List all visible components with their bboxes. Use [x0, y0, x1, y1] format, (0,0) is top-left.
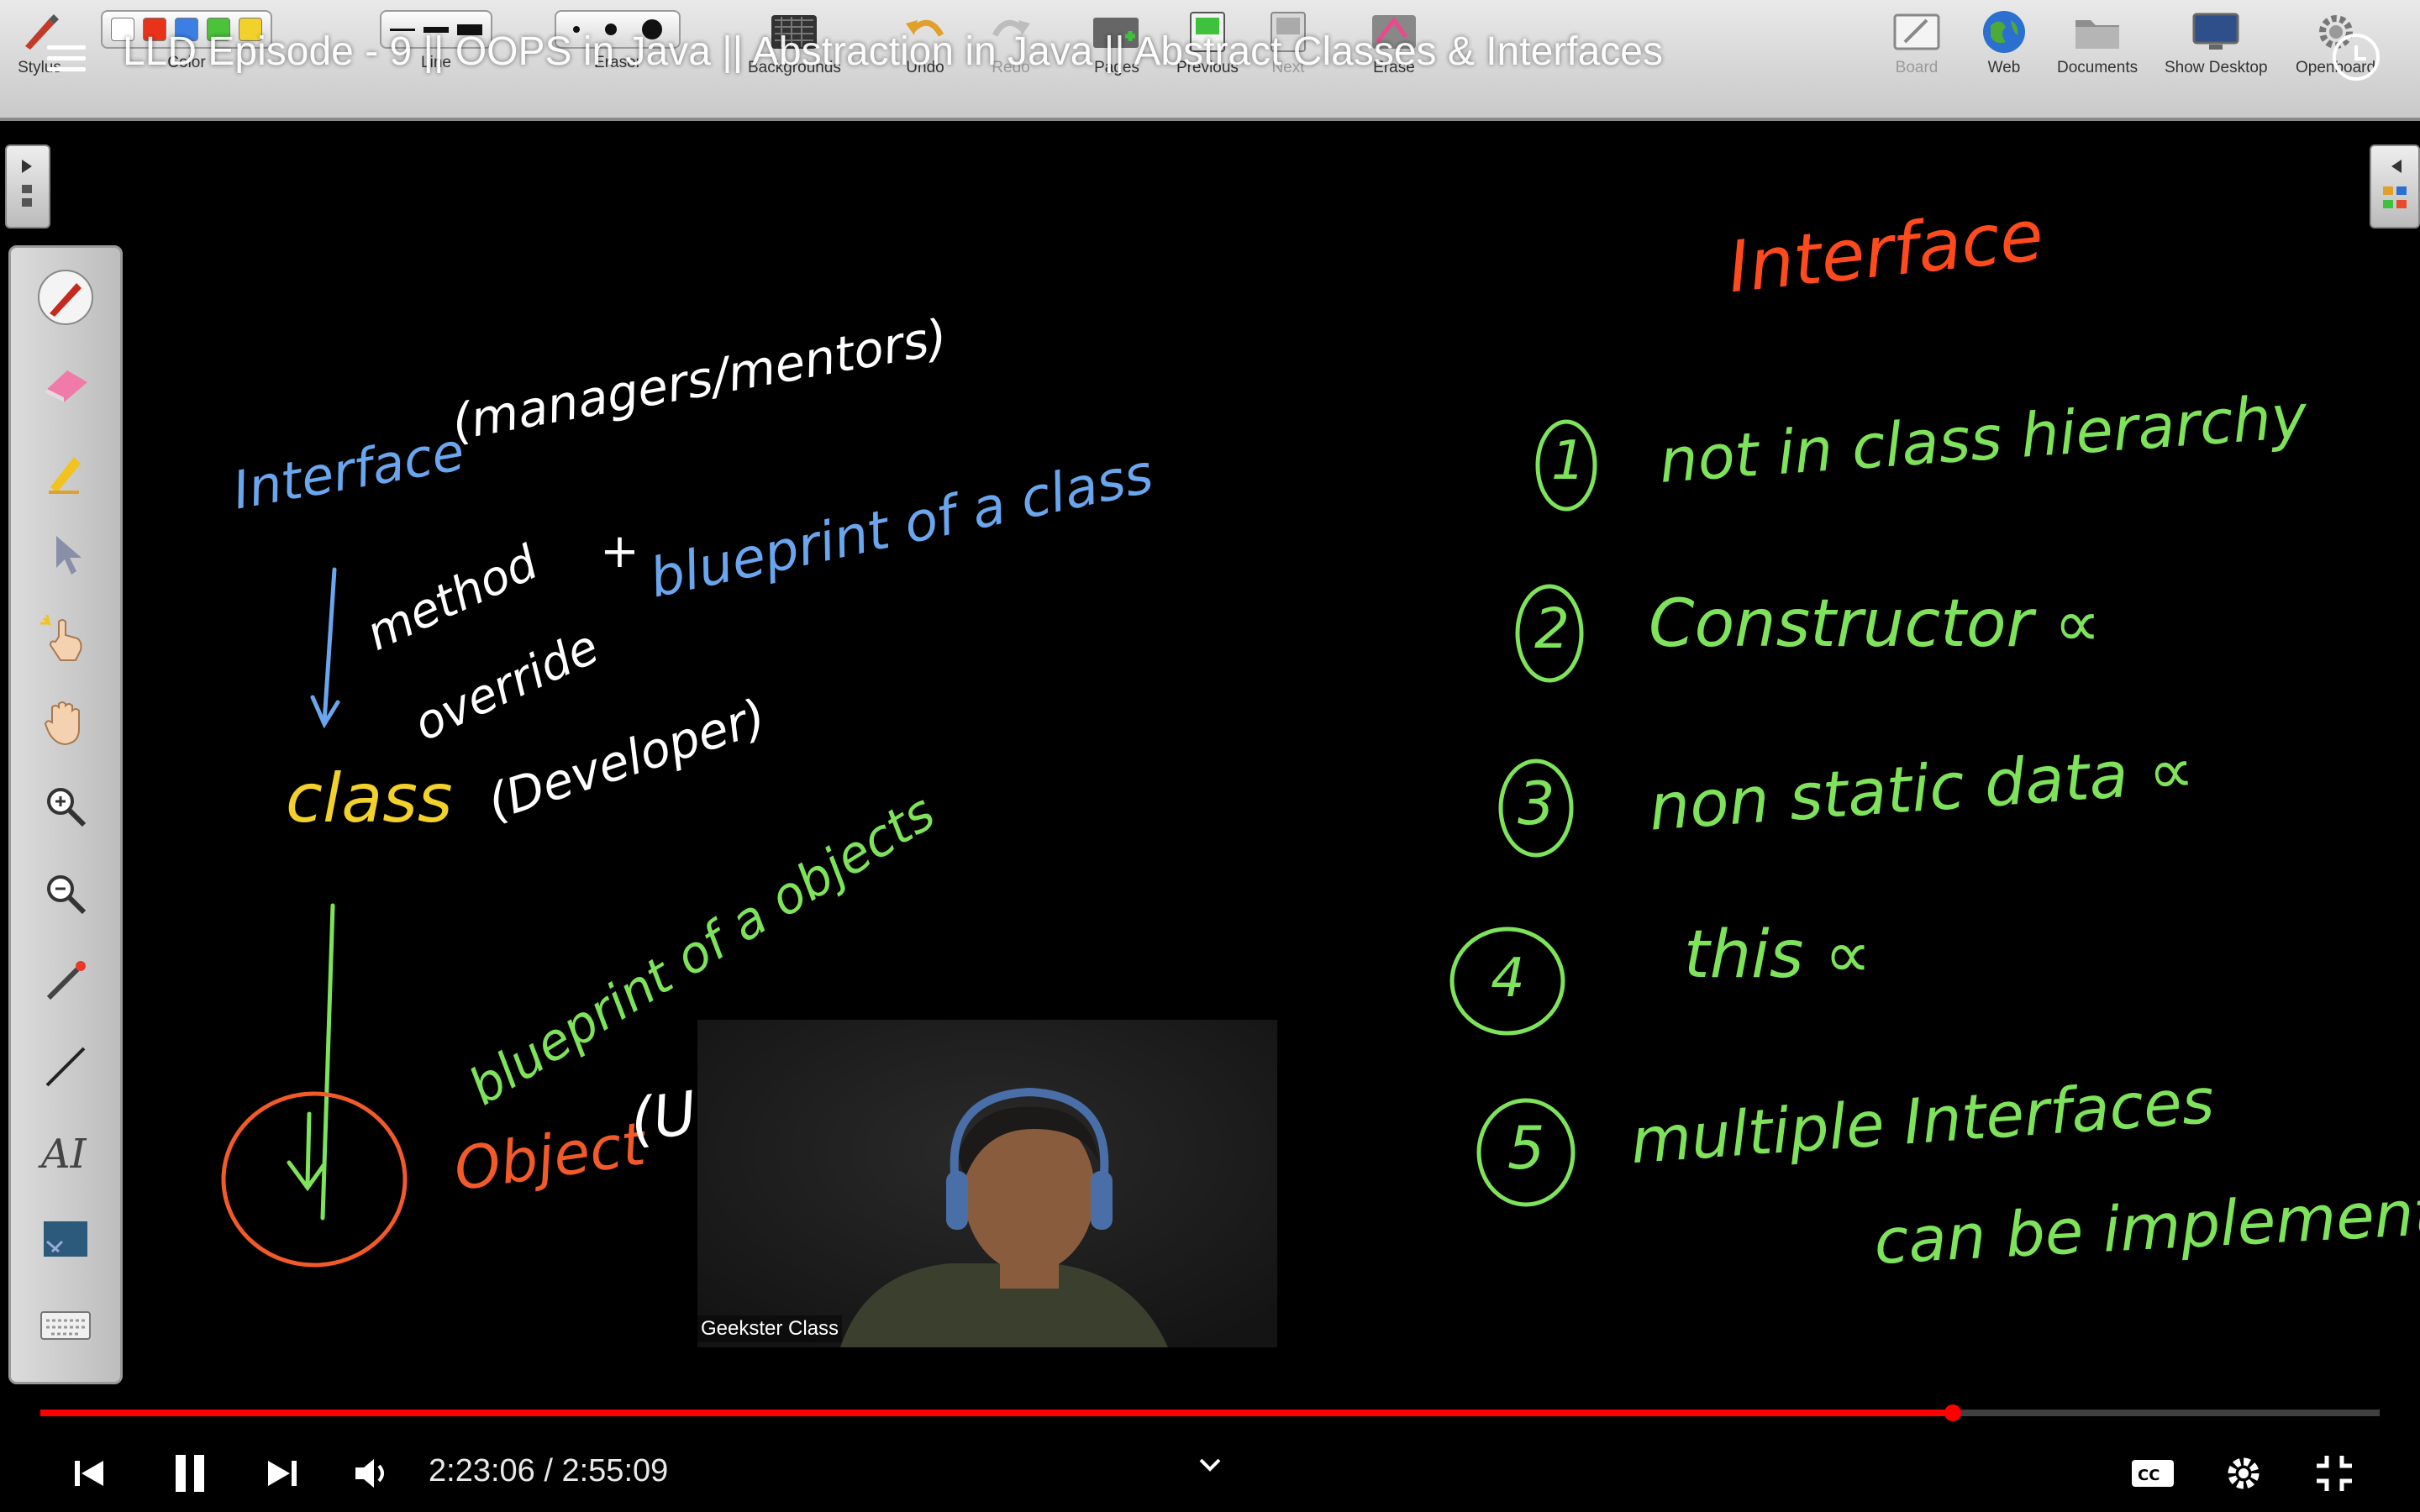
- point-2-number: 2: [1534, 596, 1570, 661]
- highlighter-tool-icon[interactable]: [36, 441, 95, 500]
- point-2-text: Constructor ∝: [1649, 586, 2102, 662]
- point-1-text: not in class hierarchy: [1657, 381, 2310, 496]
- exit-fullscreen-icon[interactable]: [2309, 1448, 2360, 1499]
- folder-icon: [2071, 10, 2123, 54]
- eraser-tool-icon[interactable]: [36, 355, 95, 414]
- right-title-interface: Interface: [1723, 193, 2048, 309]
- text-tool-icon[interactable]: AI: [36, 1123, 95, 1182]
- object-heading: Object: [450, 1109, 650, 1205]
- point-1-number: 1: [1551, 430, 1586, 492]
- player-controls: 2:23:06 / 2:55:09 CC: [0, 1428, 2420, 1512]
- capture-tool-icon[interactable]: [36, 1210, 95, 1269]
- webcam-label: Geekster Class: [697, 1315, 843, 1342]
- show-desktop-button[interactable]: Show Desktop: [2165, 10, 2268, 77]
- chapter-chevron-down-icon[interactable]: [1185, 1440, 1235, 1490]
- web-label: Web: [1987, 59, 2021, 76]
- blueprint-of-a-class: blueprint of a class: [644, 443, 1159, 611]
- point-5-text: multiple Interfaces: [1628, 1064, 2217, 1179]
- method-override-line1: method: [358, 535, 546, 662]
- documents-button[interactable]: Documents: [2057, 10, 2138, 77]
- tool-palette: AI: [8, 245, 123, 1384]
- point-3-number: 3: [1518, 769, 1555, 838]
- laser-pointer-icon[interactable]: [36, 952, 95, 1011]
- previous-video-icon[interactable]: [64, 1448, 114, 1499]
- point-5-text-line2: can be implemented: [1872, 1173, 2420, 1278]
- zoom-in-icon[interactable]: [36, 777, 95, 836]
- progress-played: [40, 1410, 1953, 1416]
- show-desktop-label: Show Desktop: [2165, 59, 2268, 76]
- left-panel-toggle[interactable]: [5, 144, 50, 228]
- plus-sign: +: [600, 524, 639, 579]
- openboard-toolbar: Stylus Color Line Eraser Backgrounds Und…: [0, 0, 2420, 121]
- progress-bar[interactable]: [40, 1404, 2380, 1421]
- point-4-number: 4: [1491, 948, 1525, 1010]
- point-4-text: this ∝: [1684, 917, 1871, 993]
- line-tool-icon[interactable]: [36, 1037, 95, 1096]
- volume-icon[interactable]: [348, 1448, 398, 1499]
- class-note: (Developer): [480, 687, 773, 832]
- watch-later-clock-icon[interactable]: [2333, 34, 2380, 81]
- documents-label: Documents: [2057, 59, 2139, 76]
- globe-icon: [1978, 10, 2030, 54]
- board-label: Board: [1895, 59, 1939, 76]
- time-separator: /: [534, 1453, 562, 1488]
- web-button[interactable]: Web: [1978, 10, 2030, 77]
- board-icon: [1891, 10, 1943, 54]
- method-override-line2: override: [406, 619, 608, 753]
- point-5-number: 5: [1507, 1114, 1545, 1183]
- monitor-icon: [2190, 10, 2242, 54]
- right-panel-toggle[interactable]: [2370, 144, 2420, 228]
- time-current: 2:23:06: [429, 1453, 535, 1488]
- interact-tool-icon[interactable]: [36, 609, 95, 668]
- time-display: 2:23:06 / 2:55:09: [429, 1453, 668, 1489]
- selector-tool-icon[interactable]: [36, 525, 95, 584]
- time-total: 2:55:09: [561, 1453, 669, 1488]
- down-arrow-to-class: [310, 567, 340, 729]
- zoom-out-icon[interactable]: [36, 864, 95, 923]
- interface-heading: Interface: [228, 420, 469, 522]
- point-3-text: non static data ∝: [1646, 732, 2196, 845]
- playlist-menu-icon[interactable]: [47, 45, 86, 72]
- object-circle: [221, 1091, 408, 1268]
- svg-text:CC: CC: [2138, 1467, 2160, 1484]
- presenter-video: [697, 1020, 1277, 1347]
- pause-icon[interactable]: [165, 1448, 215, 1499]
- hand-tool-icon[interactable]: [36, 693, 95, 752]
- webcam-overlay: Geekster Class: [697, 1020, 1277, 1347]
- interface-note: (managers/mentors): [447, 307, 952, 452]
- class-heading: class: [286, 759, 453, 837]
- svg-text:AI: AI: [38, 1131, 87, 1178]
- progress-scrubber[interactable]: [1944, 1404, 1961, 1421]
- captions-icon[interactable]: CC: [2128, 1448, 2178, 1499]
- keyboard-icon[interactable]: [36, 1296, 95, 1355]
- pen-tool-icon[interactable]: [36, 268, 95, 327]
- video-player[interactable]: Stylus Color Line Eraser Backgrounds Und…: [0, 0, 2420, 1512]
- board-button[interactable]: Board: [1891, 10, 1943, 77]
- next-video-icon[interactable]: [257, 1448, 308, 1499]
- settings-gear-icon[interactable]: [2218, 1448, 2269, 1499]
- video-title[interactable]: LLD Episode - 9 || OOPS in Java || Abstr…: [123, 29, 1663, 75]
